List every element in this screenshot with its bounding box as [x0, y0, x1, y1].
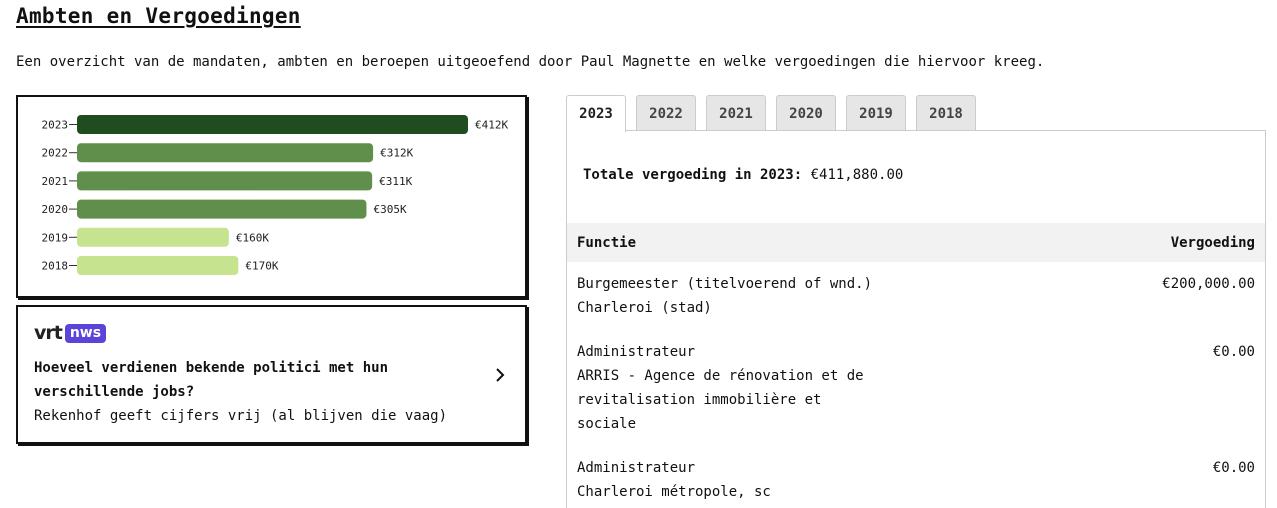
tab-panel-2023: Totale vergoeding in 2023: €411,880.00 F… — [566, 130, 1266, 508]
row-organization: Charleroi (stad) — [577, 300, 712, 316]
data-label: €305K — [373, 203, 406, 216]
data-label: €170K — [245, 260, 278, 273]
bar-2022[interactable] — [77, 143, 374, 163]
row-function: Administrateur — [577, 460, 696, 476]
total-value: €411,880.00 — [810, 167, 904, 183]
page-title: Ambten en Vergoedingen — [16, 4, 301, 28]
vrt-nws-logo: vrt nws — [34, 322, 107, 344]
table-row: Burgemeester (titelvoerend of wnd.) Char… — [567, 272, 1265, 320]
tab-2022[interactable]: 2022 — [636, 95, 696, 131]
news-headline: Hoeveel verdienen bekende politici met h… — [34, 360, 389, 400]
bar-2021[interactable] — [77, 171, 373, 191]
news-article-card[interactable]: vrt nws Hoeveel verdienen bekende politi… — [16, 305, 527, 444]
row-organization: Charleroi métropole, sc — [577, 484, 771, 500]
y-tick-label: 2022 — [42, 147, 69, 160]
compensation-chart-card: 2023 €412K 2022 €312K 2021 €311K 2020 €305K 2019… — [16, 95, 527, 298]
bar-2019[interactable] — [77, 227, 229, 247]
header-function: Functie — [577, 234, 637, 251]
header-compensation: Vergoeding — [1170, 234, 1255, 251]
chevron-right-icon — [496, 368, 505, 382]
total-label: Totale vergoeding in 2023: — [583, 167, 803, 183]
tab-2021[interactable]: 2021 — [706, 95, 766, 131]
total-compensation: Totale vergoeding in 2023: €411,880.00 — [583, 167, 903, 183]
tab-2023[interactable]: 2023 — [566, 95, 626, 132]
intro-text: Een overzicht van de mandaten, ambten en… — [16, 54, 1045, 70]
y-tick-label: 2019 — [42, 231, 69, 244]
row-organization: sociale — [577, 416, 637, 432]
compensation-bar-chart: 2023 €412K 2022 €312K 2021 €311K 2020 €305K 2019… — [42, 115, 508, 275]
row-amount: €0.00 — [1212, 460, 1255, 476]
data-label: €311K — [379, 175, 412, 188]
row-organization: ARRIS - Agence de rénovation et de — [577, 368, 864, 384]
tab-2018[interactable]: 2018 — [916, 95, 976, 131]
table-row: Administrateur Charleroi métropole, sc €… — [567, 456, 1265, 504]
y-tick-label: 2023 — [42, 119, 69, 132]
bar-2020[interactable] — [77, 199, 367, 219]
table-row: Administrateur ARRIS - Agence de rénovat… — [567, 340, 1265, 436]
row-amount: €0.00 — [1212, 344, 1255, 360]
y-tick-label: 2020 — [42, 203, 69, 216]
data-label: €312K — [380, 147, 413, 160]
bar-2018[interactable] — [77, 256, 239, 275]
y-tick-label: 2018 — [42, 260, 69, 273]
table-header: Functie Vergoeding — [567, 223, 1265, 262]
bar-2023[interactable] — [77, 115, 468, 134]
vrt-logo-text: vrt — [34, 322, 63, 344]
row-function: Administrateur — [577, 344, 696, 360]
data-label: €412K — [475, 119, 508, 132]
y-tick-label: 2021 — [42, 175, 69, 188]
row-amount: €200,000.00 — [1162, 276, 1255, 292]
nws-logo-badge: nws — [64, 323, 107, 343]
row-organization: revitalisation immobilière et — [577, 392, 822, 408]
tab-2019[interactable]: 2019 — [846, 95, 906, 131]
row-function: Burgemeester (titelvoerend of wnd.) — [577, 276, 873, 292]
year-tabs: 2023 2022 2021 2020 2019 2018 — [566, 95, 986, 132]
news-subtitle: Rekenhof geeft cijfers vrij (al blijven … — [34, 408, 448, 424]
tab-2020[interactable]: 2020 — [776, 95, 836, 131]
data-label: €160K — [236, 231, 269, 244]
